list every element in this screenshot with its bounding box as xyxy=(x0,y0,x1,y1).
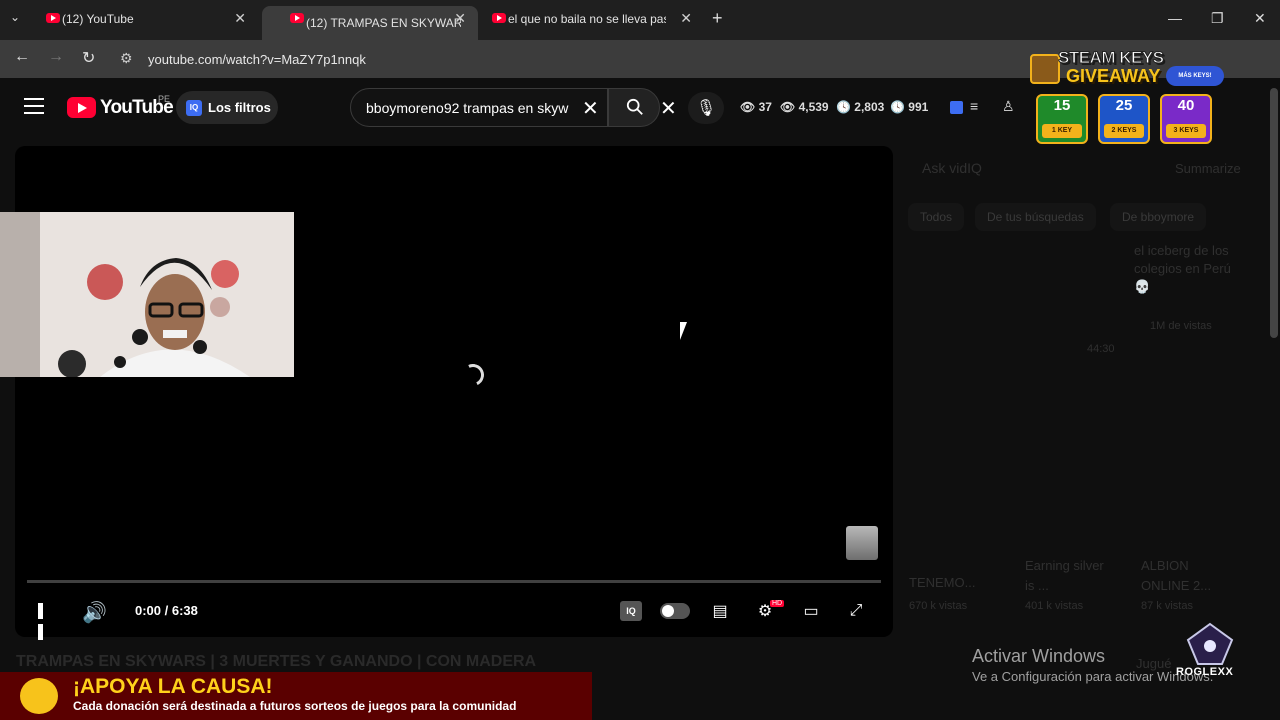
ask-vidiq-input[interactable]: Ask vidIQ xyxy=(922,160,982,176)
youtube-favicon-icon xyxy=(492,13,506,23)
tab-el-que-no-baila[interactable]: el que no baila no se lleva past ✕ xyxy=(464,6,704,32)
stat-watch-time: 🕓 2,803 xyxy=(836,100,885,114)
mouse-cursor-icon xyxy=(680,322,694,340)
fullscreen-icon[interactable]: ⤢ xyxy=(844,600,868,622)
streamer-logo-icon xyxy=(1186,622,1234,665)
reload-icon[interactable]: ↻ xyxy=(82,48,95,68)
stat-value: 4,539 xyxy=(798,100,829,114)
youtube-favicon-icon xyxy=(290,13,304,23)
list-icon[interactable]: ≡ xyxy=(970,98,978,114)
subtitles-icon[interactable]: ▤ xyxy=(708,600,732,622)
tier-25: 25 2 KEYS xyxy=(1098,94,1150,144)
forward-icon[interactable]: → xyxy=(48,48,64,66)
cube-watermark-icon xyxy=(846,526,878,560)
close-tab-icon[interactable]: ✕ xyxy=(680,10,692,27)
hd-badge: HD xyxy=(770,600,785,607)
close-window-icon[interactable]: ✕ xyxy=(1254,10,1266,27)
search-input[interactable]: bboymoreno92 trampas en skyw xyxy=(366,100,580,116)
vidiq-control-icon[interactable]: IQ xyxy=(620,601,642,621)
filters-label: Los filtros xyxy=(208,100,271,115)
theater-mode-icon[interactable]: ▭ xyxy=(799,600,823,622)
time-display: 0:00 / 6:38 xyxy=(135,603,198,618)
youtube-logo-icon[interactable] xyxy=(67,97,96,118)
search-icon[interactable] xyxy=(626,98,644,116)
short-title[interactable]: Earning silver is ... xyxy=(1025,556,1115,596)
stat-value: 991 xyxy=(908,100,929,114)
webcam-overlay xyxy=(0,212,294,377)
volume-icon[interactable]: 🔊 xyxy=(82,600,107,625)
webcam-image xyxy=(0,212,294,377)
video-title: TRAMPAS EN SKYWARS | 3 MUERTES Y GANANDO… xyxy=(16,653,537,670)
minimize-icon[interactable]: — xyxy=(1168,10,1182,26)
giveaway-title: GIVEAWAY xyxy=(1066,66,1161,86)
stat-viewers: 👁 37 xyxy=(740,100,772,114)
gift-icon xyxy=(20,678,58,714)
close-icon[interactable]: ✕ xyxy=(660,96,677,121)
streamer-logo-text: ROGLEXX xyxy=(1176,666,1234,678)
tier-40: 40 3 KEYS xyxy=(1160,94,1212,144)
video-duration: 44:30 xyxy=(1087,343,1115,355)
chip-bboymore[interactable]: De bboymore xyxy=(1110,203,1207,231)
stat-views: 👁 4,539 xyxy=(780,100,829,114)
tab-label: (12) YouTube xyxy=(62,12,134,26)
country-code: PE xyxy=(158,94,171,104)
more-keys-badge: MÁS KEYS! xyxy=(1166,66,1224,86)
tier-number: 15 xyxy=(1053,97,1071,114)
short-views: 670 k vistas xyxy=(909,600,968,612)
new-tab-icon[interactable]: + xyxy=(712,8,723,29)
tier-number: 40 xyxy=(1177,97,1195,114)
stat-duration: 🕓 991 xyxy=(890,100,929,114)
tab-label: el que no baila no se lleva past xyxy=(508,12,666,26)
vidiq-extension-icon[interactable] xyxy=(950,101,963,114)
stat-value: 37 xyxy=(758,100,772,114)
tab-trampas[interactable]: (12) TRAMPAS EN SKYWARS | 3 ✕ xyxy=(262,6,478,40)
pause-icon[interactable] xyxy=(38,603,54,640)
clear-search-icon[interactable]: ✕ xyxy=(582,96,599,121)
steam-keys-title: STEAM KEYS xyxy=(1058,48,1165,68)
award-icon[interactable]: ♙ xyxy=(1002,98,1015,115)
tier-number: 25 xyxy=(1115,97,1133,114)
site-info-icon[interactable]: ⚙ xyxy=(120,50,133,67)
chip-todos[interactable]: Todos xyxy=(908,203,965,231)
hamburger-menu-icon[interactable] xyxy=(24,98,44,114)
restore-icon[interactable]: ❐ xyxy=(1211,10,1224,27)
tier-15: 15 1 KEY xyxy=(1036,94,1088,144)
scrollbar[interactable] xyxy=(1270,88,1278,338)
url-field[interactable]: youtube.com/watch?v=MaZY7p1nnqk xyxy=(148,52,366,67)
voice-search-icon[interactable]: 🎙 xyxy=(688,92,724,124)
close-tab-icon[interactable]: ✕ xyxy=(234,10,246,27)
recommended-video-title[interactable]: el iceberg de los colegios en Perú 💀 xyxy=(1134,242,1244,296)
autoplay-toggle[interactable] xyxy=(660,603,690,619)
donation-title: ¡APOYA LA CAUSA! xyxy=(73,675,273,698)
stat-value: 2,803 xyxy=(854,100,885,114)
filters-button[interactable]: IQ Los filtros xyxy=(176,91,278,124)
vidiq-icon: IQ xyxy=(186,99,202,116)
donation-subtitle: Cada donación será destinada a futuros s… xyxy=(73,699,517,713)
youtube-favicon-icon xyxy=(46,13,60,23)
tab-label: (12) TRAMPAS EN SKYWARS | 3 xyxy=(306,16,461,30)
short-views: 87 k vistas xyxy=(1141,600,1193,612)
short-title[interactable]: TENEMO... xyxy=(909,575,999,590)
tier-keys: 2 KEYS xyxy=(1104,124,1144,138)
back-icon[interactable]: ← xyxy=(14,48,30,66)
tier-keys: 3 KEYS xyxy=(1166,124,1206,138)
short-views: 401 k vistas xyxy=(1025,600,1084,612)
short-title[interactable]: ALBION ONLINE 2... xyxy=(1141,556,1231,596)
recommended-video-meta: 1M de vistas xyxy=(1150,320,1212,332)
treasure-chest-icon xyxy=(1030,54,1060,84)
chip-busquedas[interactable]: De tus búsquedas xyxy=(975,203,1096,231)
progress-bar[interactable] xyxy=(27,580,881,583)
tier-keys: 1 KEY xyxy=(1042,124,1082,138)
windows-activation-title: Activar Windows xyxy=(972,646,1106,666)
summarize-button[interactable]: Summarize xyxy=(1175,161,1241,176)
tab-youtube[interactable]: (12) YouTube ✕ xyxy=(18,6,258,32)
